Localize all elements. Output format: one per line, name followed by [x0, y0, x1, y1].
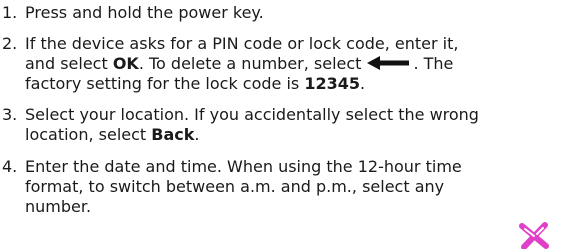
pink-cross-watermark-icon	[519, 222, 549, 249]
backspace-arrow-icon	[367, 56, 410, 70]
step-number: 3.	[2, 105, 18, 124]
step-text: Select your location. If you accidentall…	[25, 105, 479, 144]
step-text: Enter the date and time. When using the …	[25, 157, 462, 216]
ok-label: OK	[112, 54, 139, 73]
lock-code-value: 12345	[304, 74, 361, 93]
step-number: 1.	[2, 3, 18, 22]
step-number: 4.	[2, 157, 18, 176]
step-number: 2.	[2, 34, 18, 53]
step-text: Press and hold the power key.	[25, 3, 264, 22]
step-text: If the device asks for a PIN code or loc…	[25, 34, 459, 93]
back-label: Back	[151, 125, 195, 144]
